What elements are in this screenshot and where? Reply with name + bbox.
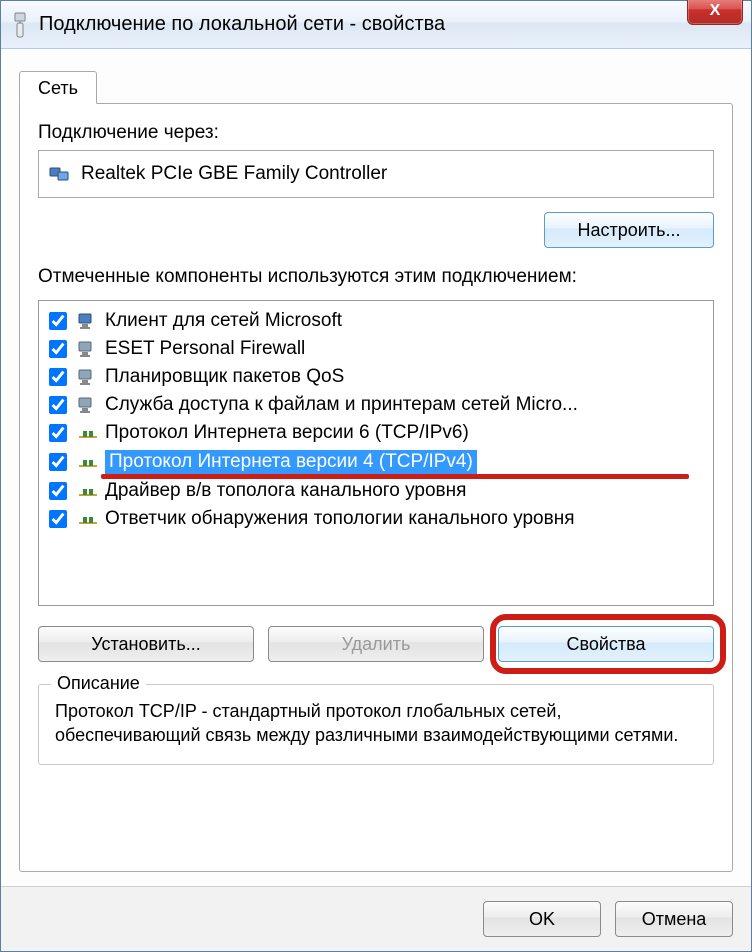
component-label: Протокол Интернета версии 6 (TCP/IPv6) <box>105 422 469 444</box>
tab-panel-network: Подключение через: Realtek PCIe GBE Fami… <box>19 103 733 872</box>
install-label: Установить... <box>91 634 200 654</box>
component-row[interactable]: Протокол Интернета версии 6 (TCP/IPv6) <box>43 419 709 447</box>
component-buttons-row: Установить... Удалить Свойства <box>38 626 714 662</box>
component-checkbox[interactable] <box>49 482 67 500</box>
close-button[interactable]: X <box>687 0 743 25</box>
description-legend: Описание <box>51 673 146 694</box>
nic-icon <box>49 164 71 184</box>
configure-button[interactable]: Настроить... <box>544 212 714 248</box>
components-listbox[interactable]: Клиент для сетей Microsoft ESET Personal … <box>38 300 714 606</box>
adapter-field[interactable]: Realtek PCIe GBE Family Controller <box>38 150 714 198</box>
dialog-footer: OK Отмена <box>1 886 751 951</box>
ok-button[interactable]: OK <box>483 901 601 937</box>
component-checkbox[interactable] <box>49 510 67 528</box>
component-row[interactable]: Ответчик обнаружения топологии канальног… <box>43 505 709 533</box>
description-group: Описание Протокол TCP/IP - стандартный п… <box>38 684 714 765</box>
cancel-label: Отмена <box>642 909 707 929</box>
adapter-name: Realtek PCIe GBE Family Controller <box>81 163 387 185</box>
tab-network[interactable]: Сеть <box>19 71 97 104</box>
properties-button[interactable]: Свойства <box>498 626 714 662</box>
component-checkbox[interactable] <box>49 368 67 386</box>
tab-label: Сеть <box>38 78 78 98</box>
titlebar[interactable]: Подключение по локальной сети - свойства… <box>1 1 751 49</box>
component-checkbox[interactable] <box>49 396 67 414</box>
network-adapter-icon <box>11 11 29 39</box>
protocol-icon <box>77 509 99 529</box>
component-row[interactable]: Протокол Интернета версии 4 (TCP/IPv4) <box>43 447 709 477</box>
component-label: Драйвер в/в тополога канального уровня <box>105 480 466 502</box>
component-row[interactable]: Планировщик пакетов QoS <box>43 363 709 391</box>
component-checkbox[interactable] <box>49 453 67 471</box>
description-text: Протокол TCP/IP - стандартный протокол г… <box>55 699 697 748</box>
component-label: Планировщик пакетов QoS <box>105 366 344 388</box>
component-row[interactable]: ESET Personal Firewall <box>43 335 709 363</box>
component-label: ESET Personal Firewall <box>105 338 305 360</box>
component-row[interactable]: Служба доступа к файлам и принтерам сете… <box>43 391 709 419</box>
uninstall-label: Удалить <box>342 634 411 654</box>
component-label: Ответчик обнаружения топологии канальног… <box>105 508 574 530</box>
configure-label: Настроить... <box>578 220 681 240</box>
protocol-icon <box>77 452 99 472</box>
service-icon <box>77 367 99 387</box>
component-checkbox[interactable] <box>49 424 67 442</box>
tabstrip: Сеть <box>19 67 733 103</box>
component-checkbox[interactable] <box>49 340 67 358</box>
service-icon <box>77 395 99 415</box>
cancel-button[interactable]: Отмена <box>615 901 733 937</box>
component-row[interactable]: Клиент для сетей Microsoft <box>43 307 709 335</box>
client-area: Сеть Подключение через: Realtek PCIe GBE… <box>1 49 751 886</box>
protocol-icon <box>77 423 99 443</box>
components-label: Отмеченные компоненты используются этим … <box>38 266 714 288</box>
client-icon <box>77 311 99 331</box>
component-checkbox[interactable] <box>49 312 67 330</box>
window-title: Подключение по локальной сети - свойства <box>39 13 445 36</box>
ok-label: OK <box>529 909 555 929</box>
protocol-icon <box>77 481 99 501</box>
component-label: Протокол Интернета версии 4 (TCP/IPv4) <box>105 450 477 474</box>
service-icon <box>77 339 99 359</box>
component-label: Служба доступа к файлам и принтерам сете… <box>105 394 578 416</box>
component-label: Клиент для сетей Microsoft <box>105 310 342 332</box>
properties-label: Свойства <box>566 634 645 654</box>
install-button[interactable]: Установить... <box>38 626 254 662</box>
connect-using-label: Подключение через: <box>38 122 714 144</box>
close-icon: X <box>710 2 721 20</box>
component-row[interactable]: Драйвер в/в тополога канального уровня <box>43 477 709 505</box>
properties-dialog: Подключение по локальной сети - свойства… <box>0 0 752 952</box>
uninstall-button: Удалить <box>268 626 484 662</box>
